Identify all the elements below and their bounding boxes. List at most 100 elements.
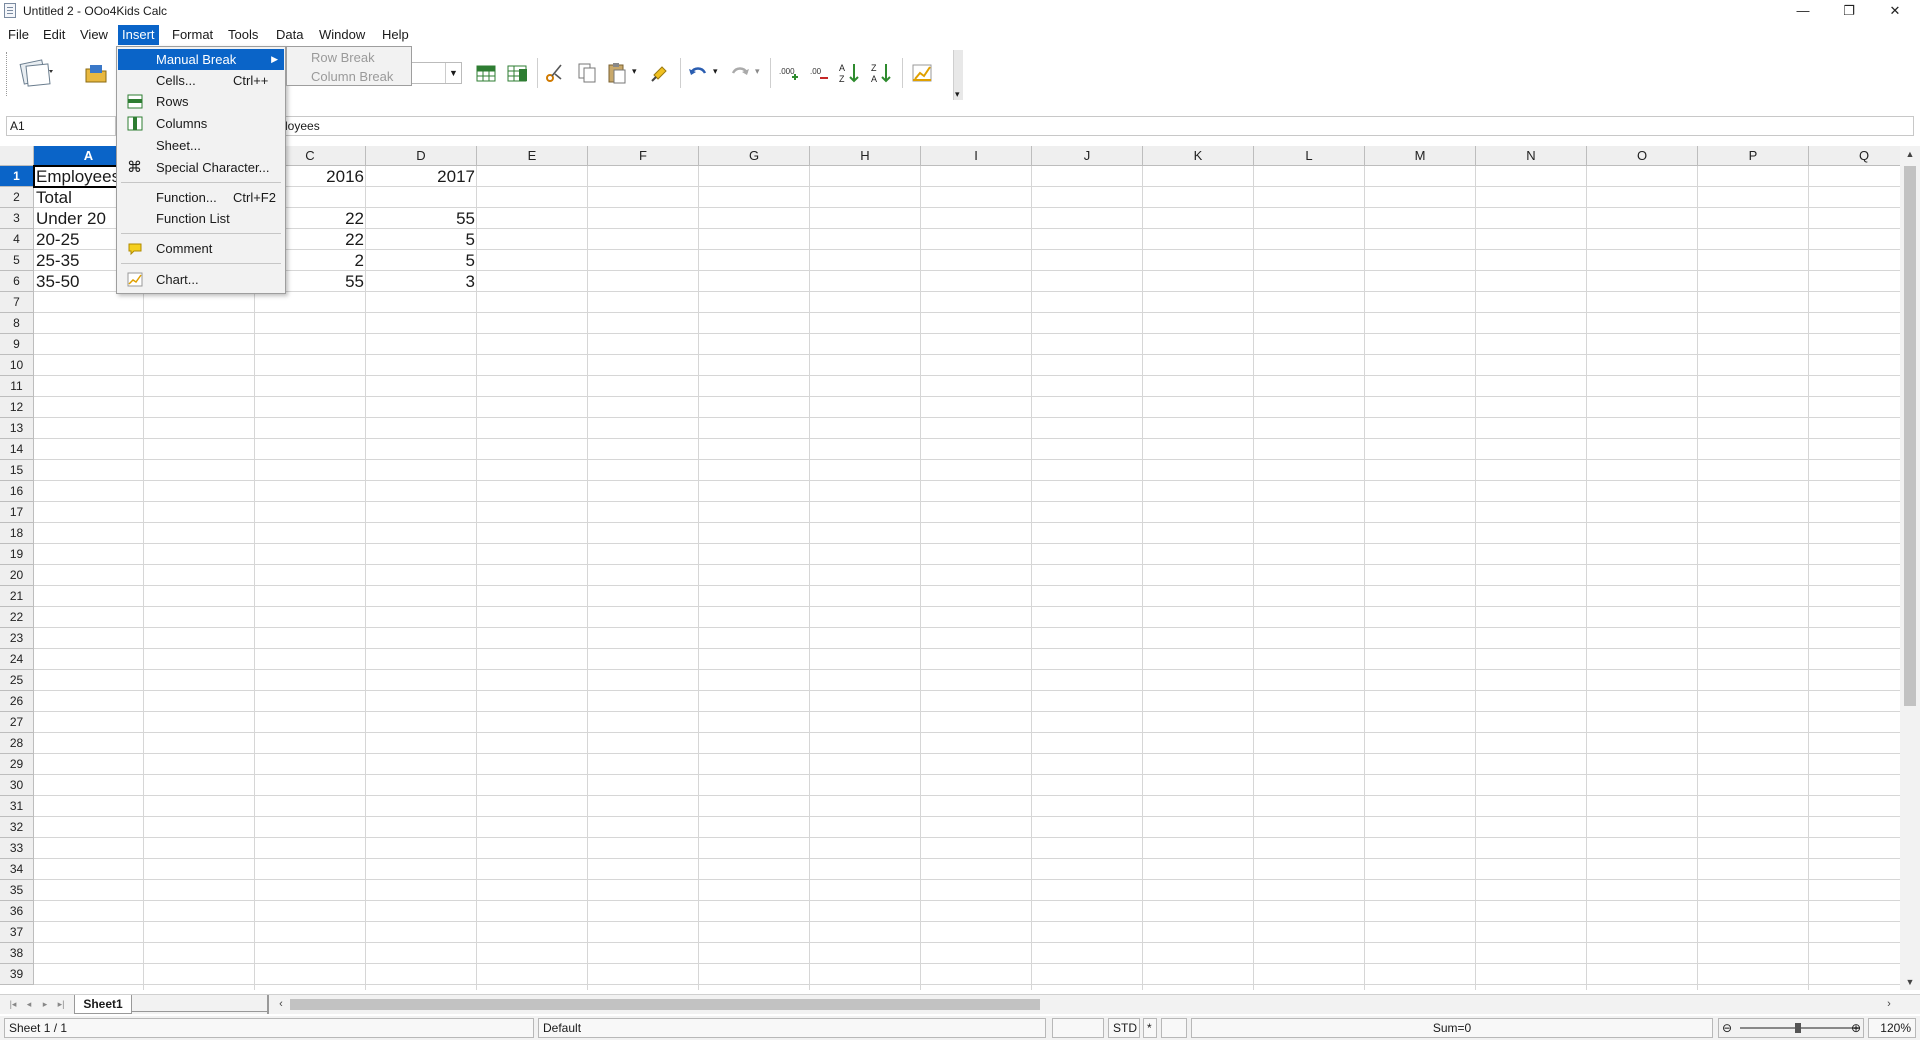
scroll-up-icon[interactable]: ▲ xyxy=(1900,146,1920,162)
row-header-10[interactable]: 10 xyxy=(0,355,34,376)
menu-item-function[interactable]: Function... Ctrl+F2 xyxy=(118,187,284,208)
column-header-h[interactable]: H xyxy=(810,146,921,166)
column-header-g[interactable]: G xyxy=(699,146,810,166)
sheet-tab-sheet1[interactable]: Sheet1 xyxy=(74,995,132,1014)
horizontal-scroll-thumb[interactable] xyxy=(290,999,1040,1010)
redo-icon[interactable] xyxy=(728,61,752,85)
menu-window[interactable]: Window xyxy=(315,25,369,45)
column-header-f[interactable]: F xyxy=(588,146,699,166)
restore-button[interactable]: ❐ xyxy=(1826,0,1872,22)
formula-input[interactable]: loyees xyxy=(268,116,1914,136)
chevron-down-icon[interactable]: ▼ xyxy=(445,63,461,83)
row-header-15[interactable]: 15 xyxy=(0,460,34,481)
page-style[interactable]: Default xyxy=(538,1018,1046,1038)
row-header-31[interactable]: 31 xyxy=(0,796,34,817)
row-header-39[interactable]: 39 xyxy=(0,964,34,985)
menu-insert[interactable]: Insert xyxy=(118,25,159,45)
zoom-slider-knob[interactable] xyxy=(1795,1023,1801,1033)
row-header-26[interactable]: 26 xyxy=(0,691,34,712)
column-header-n[interactable]: N xyxy=(1476,146,1587,166)
clone-formatting-icon[interactable] xyxy=(648,61,672,85)
row-header-34[interactable]: 34 xyxy=(0,859,34,880)
menu-help[interactable]: Help xyxy=(378,25,413,45)
row-header-5[interactable]: 5 xyxy=(0,250,34,271)
column-header-o[interactable]: O xyxy=(1587,146,1698,166)
row-header-1[interactable]: 1 xyxy=(0,166,34,187)
scroll-down-icon[interactable]: ▼ xyxy=(1900,974,1920,990)
row-header-20[interactable]: 20 xyxy=(0,565,34,586)
cell-d3[interactable]: 55 xyxy=(366,208,477,229)
column-header-m[interactable]: M xyxy=(1365,146,1476,166)
last-sheet-icon[interactable]: ▸| xyxy=(54,997,68,1011)
add-decimal-icon[interactable]: .000 xyxy=(778,61,802,85)
toolbar-overflow-button[interactable] xyxy=(953,50,963,100)
paste-dropdown-icon[interactable]: ▾ xyxy=(632,66,642,90)
vertical-scrollbar[interactable]: ▲ ▼ xyxy=(1900,146,1920,990)
menu-item-columns[interactable]: Columns xyxy=(118,113,284,134)
paste-icon[interactable] xyxy=(605,61,629,85)
row-header-36[interactable]: 36 xyxy=(0,901,34,922)
row-header-16[interactable]: 16 xyxy=(0,481,34,502)
menu-file[interactable]: File xyxy=(4,25,33,45)
insert-sheet-from-file-icon[interactable] xyxy=(505,61,529,85)
submenu-row-break[interactable]: Row Break xyxy=(311,50,375,65)
close-button[interactable]: ✕ xyxy=(1872,0,1918,22)
menu-item-special-character[interactable]: ⌘ Special Character... xyxy=(118,157,284,178)
row-header-9[interactable]: 9 xyxy=(0,334,34,355)
delete-decimal-icon[interactable]: .00 xyxy=(808,61,832,85)
cell-d4[interactable]: 5 xyxy=(366,229,477,250)
row-header-3[interactable]: 3 xyxy=(0,208,34,229)
row-header-21[interactable]: 21 xyxy=(0,586,34,607)
row-header-18[interactable]: 18 xyxy=(0,523,34,544)
redo-dropdown-icon[interactable]: ▾ xyxy=(755,66,765,90)
row-header-19[interactable]: 19 xyxy=(0,544,34,565)
menu-item-sheet[interactable]: Sheet... xyxy=(118,135,284,156)
cell-d1[interactable]: 2017 xyxy=(366,166,477,187)
scroll-left-icon[interactable]: ‹ xyxy=(274,997,288,1011)
next-sheet-icon[interactable]: ▸ xyxy=(38,997,52,1011)
row-header-30[interactable]: 30 xyxy=(0,775,34,796)
insert-chart-icon[interactable] xyxy=(910,61,934,85)
row-header-13[interactable]: 13 xyxy=(0,418,34,439)
column-header-q[interactable]: Q xyxy=(1809,146,1900,166)
minimize-button[interactable]: — xyxy=(1780,0,1826,22)
row-header-32[interactable]: 32 xyxy=(0,817,34,838)
undo-icon[interactable] xyxy=(686,61,710,85)
row-header-7[interactable]: 7 xyxy=(0,292,34,313)
menu-item-rows[interactable]: Rows xyxy=(118,91,284,112)
zoom-in-icon[interactable]: ⊕ xyxy=(1851,1021,1861,1035)
insert-sheet-icon[interactable] xyxy=(474,61,498,85)
select-all-corner[interactable] xyxy=(0,146,34,166)
row-header-27[interactable]: 27 xyxy=(0,712,34,733)
row-header-12[interactable]: 12 xyxy=(0,397,34,418)
row-header-38[interactable]: 38 xyxy=(0,943,34,964)
row-header-2[interactable]: 2 xyxy=(0,187,34,208)
column-header-l[interactable]: L xyxy=(1254,146,1365,166)
first-sheet-icon[interactable]: |◂ xyxy=(6,997,20,1011)
menu-format[interactable]: Format xyxy=(168,25,217,45)
row-header-24[interactable]: 24 xyxy=(0,649,34,670)
column-header-j[interactable]: J xyxy=(1032,146,1143,166)
cell-d6[interactable]: 3 xyxy=(366,271,477,292)
row-header-22[interactable]: 22 xyxy=(0,607,34,628)
open-folder-icon[interactable] xyxy=(84,61,108,85)
column-header-i[interactable]: I xyxy=(921,146,1032,166)
menu-item-manual-break[interactable]: Manual Break ▶ xyxy=(118,49,284,70)
new-document-icon[interactable] xyxy=(18,58,56,88)
menu-item-comment[interactable]: Comment xyxy=(118,238,284,259)
column-header-e[interactable]: E xyxy=(477,146,588,166)
row-header-6[interactable]: 6 xyxy=(0,271,34,292)
cell-d5[interactable]: 5 xyxy=(366,250,477,271)
font-size-combo[interactable]: ▼ xyxy=(410,62,462,84)
zoom-out-icon[interactable]: ⊖ xyxy=(1722,1021,1732,1035)
previous-sheet-icon[interactable]: ◂ xyxy=(22,997,36,1011)
tab-splitter[interactable] xyxy=(267,995,269,1014)
menu-item-cells[interactable]: Cells... Ctrl++ xyxy=(118,70,284,91)
row-header-33[interactable]: 33 xyxy=(0,838,34,859)
menu-item-chart[interactable]: Chart... xyxy=(118,269,284,290)
row-header-37[interactable]: 37 xyxy=(0,922,34,943)
zoom-level[interactable]: 120% xyxy=(1868,1018,1916,1038)
menu-tools[interactable]: Tools xyxy=(224,25,262,45)
column-header-d[interactable]: D xyxy=(366,146,477,166)
selection-mode[interactable]: STD xyxy=(1108,1018,1140,1038)
